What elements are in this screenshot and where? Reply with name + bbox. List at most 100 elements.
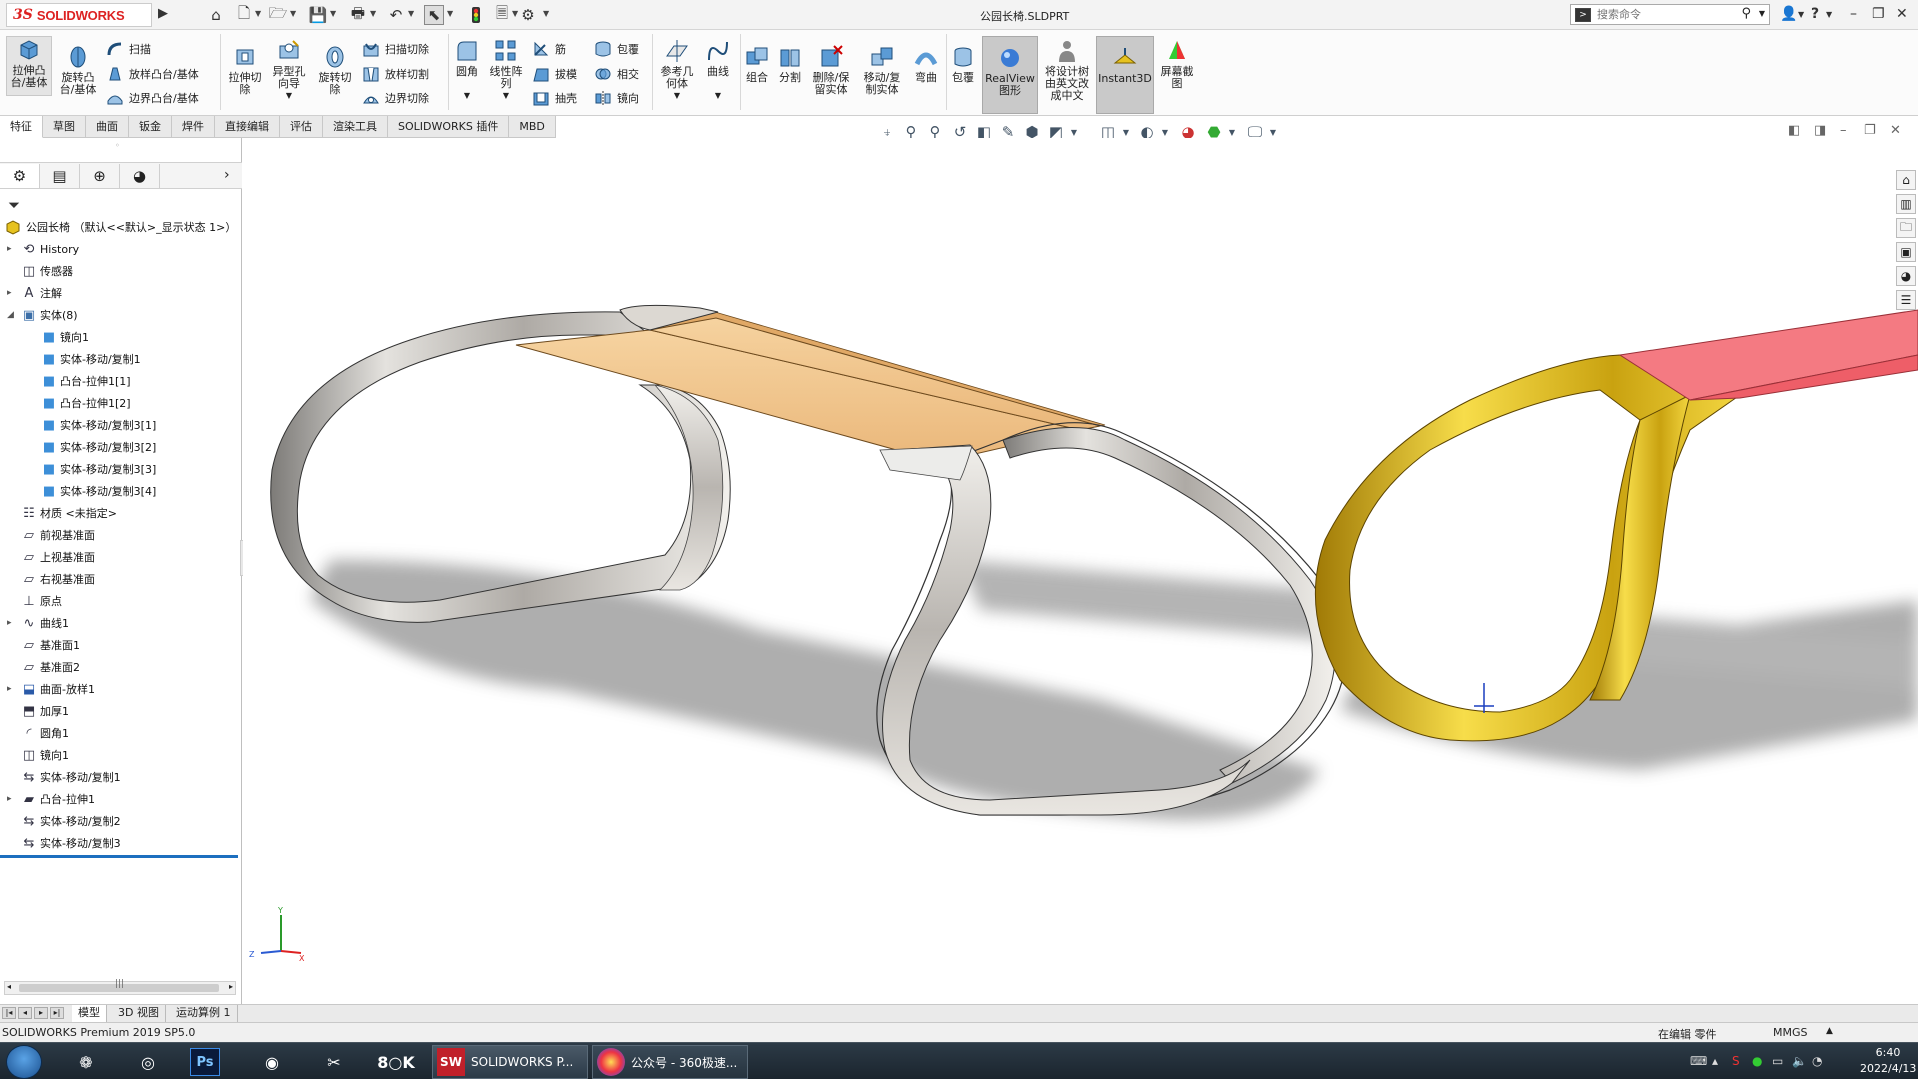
expand-arrow-icon[interactable]: ▸ (7, 244, 17, 254)
help-dropdown-icon[interactable]: ▼ (1826, 10, 1832, 19)
save-icon[interactable]: 💾 (308, 5, 328, 25)
ok-app-icon[interactable]: 8○K (376, 1046, 416, 1078)
scroll-right-icon[interactable]: ▸ (229, 982, 233, 991)
system-clock[interactable]: 6:40 2022/4/13 (1860, 1045, 1916, 1077)
viewport-tile-right-icon[interactable]: ◨ (1814, 123, 1826, 138)
property-manager-tab-icon[interactable]: ▤ (40, 164, 80, 188)
revolve-boss-button[interactable]: 旋转凸台/基体 (56, 44, 100, 96)
linear-pattern-dropdown-icon[interactable]: ▼ (503, 90, 509, 102)
draft-button[interactable]: 拔模 (532, 64, 577, 84)
shell-button[interactable]: 抽壳 (532, 88, 577, 108)
tab-sketch[interactable]: 草图 (43, 116, 86, 138)
tab-features[interactable]: 特征 (0, 116, 43, 138)
task-pane-custom-properties-icon[interactable]: ☰ (1896, 290, 1916, 310)
tree-item[interactable]: ■ 凸台-拉伸1[2] (0, 392, 242, 414)
prev-tab-icon[interactable]: ◂ (18, 1007, 32, 1019)
new-dropdown-icon[interactable]: ▼ (255, 9, 261, 18)
tree-item[interactable]: ▸ A 注解 (0, 282, 242, 304)
tree-item[interactable]: ⇆ 实体-移动/复制3 (0, 832, 242, 854)
viewport-restore-icon[interactable]: ❐ (1864, 123, 1876, 138)
open-dropdown-icon[interactable]: ▼ (290, 9, 296, 18)
scroll-left-icon[interactable]: ◂ (7, 982, 11, 991)
bench-model-render[interactable] (243, 138, 1918, 1004)
boundary-boss-button[interactable]: 边界凸台/基体 (106, 88, 199, 108)
curves-dropdown-icon[interactable]: ▼ (715, 90, 721, 102)
reference-geometry-button[interactable]: 参考几何体 ▼ (656, 38, 698, 102)
loft-boss-button[interactable]: 放样凸台/基体 (106, 64, 199, 84)
extrude-cut-button[interactable]: 拉伸切除 (224, 44, 266, 96)
panel-more-arrow-icon[interactable]: › (224, 167, 230, 183)
tree-item[interactable]: ⬒ 加厚1 (0, 700, 242, 722)
viewport-close-icon[interactable]: ✕ (1890, 123, 1901, 138)
search-commands-box[interactable]: > ⚲ ▼ (1570, 4, 1770, 25)
task-pane-design-library-icon[interactable]: ▥ (1896, 194, 1916, 214)
tab-evaluate[interactable]: 评估 (280, 116, 323, 138)
tree-item[interactable]: ◫ 镜向1 (0, 744, 242, 766)
configuration-manager-tab-icon[interactable]: ⊕ (80, 164, 120, 188)
tree-item[interactable]: ▸ ▰ 凸台-拉伸1 (0, 788, 242, 810)
search-input[interactable] (1597, 8, 1737, 21)
hole-wizard-button[interactable]: 异型孔向导 ▼ (268, 38, 310, 102)
move-copy-body-button[interactable]: 移动/复制实体 (858, 44, 906, 96)
viewport-tile-left-icon[interactable]: ◧ (1788, 123, 1800, 138)
tree-item[interactable]: ▱ 基准面2 (0, 656, 242, 678)
task-pane-home-icon[interactable]: ⌂ (1896, 170, 1916, 190)
wrap-large-button[interactable]: 包覆 (948, 44, 978, 84)
tree-item[interactable]: ■ 凸台-拉伸1[1] (0, 370, 242, 392)
solidworks-logo[interactable]: 3S SOLIDWORKS (6, 3, 152, 27)
print-icon[interactable]: 🖶 (348, 4, 368, 25)
fillet-dropdown-icon[interactable]: ▼ (464, 90, 470, 102)
view-triad-icon[interactable]: Y Z X (245, 905, 305, 961)
display-manager-tab-icon[interactable]: ◕ (120, 164, 160, 188)
first-tab-icon[interactable]: |◂ (2, 1007, 16, 1019)
tree-item[interactable]: ◜ 圆角1 (0, 722, 242, 744)
new-file-icon[interactable]: 🗋 (234, 4, 254, 25)
tab-surfaces[interactable]: 曲面 (86, 116, 129, 138)
tab-motion-study[interactable]: 运动算例 1 (170, 1005, 238, 1022)
task-pane-appearances-icon[interactable]: ◕ (1896, 266, 1916, 286)
units-selector[interactable]: MMGS (1773, 1026, 1808, 1039)
linear-pattern-button[interactable]: 线性阵列 ▼ (486, 38, 526, 102)
tab-model[interactable]: 模型 (72, 1005, 107, 1022)
expand-arrow-icon[interactable]: ▸ (7, 794, 17, 804)
tab-3d-views[interactable]: 3D 视图 (112, 1005, 166, 1022)
tree-item[interactable]: ■ 实体-移动/复制3[4] (0, 480, 242, 502)
file-properties-icon[interactable]: 🗏 (492, 4, 512, 25)
tree-item[interactable]: ⇆ 实体-移动/复制1 (0, 766, 242, 788)
realview-graphics-button[interactable]: RealView图形 (982, 36, 1038, 114)
tree-item[interactable]: ■ 实体-移动/复制1 (0, 348, 242, 370)
tree-rollback-bar[interactable] (0, 855, 238, 858)
tree-item[interactable]: ■ 镜向1 (0, 326, 242, 348)
taskbar-browser-360[interactable]: 公众号 - 360极速... (592, 1045, 748, 1079)
tab-sheet-metal[interactable]: 钣金 (129, 116, 172, 138)
close-icon[interactable]: ✕ (1896, 6, 1908, 22)
tree-item[interactable]: ▱ 右视基准面 (0, 568, 242, 590)
tree-item[interactable]: ▱ 基准面1 (0, 634, 242, 656)
home-icon[interactable]: ⌂ (206, 5, 226, 25)
expand-arrow-icon[interactable]: ▸ (7, 618, 17, 628)
search-dropdown-icon[interactable]: ▼ (1759, 9, 1765, 18)
tab-solidworks-addins[interactable]: SOLIDWORKS 插件 (388, 116, 510, 138)
photos-app-icon[interactable]: ❁ (66, 1046, 106, 1078)
collapse-arrow-icon[interactable]: ◢ (7, 310, 17, 320)
panel-grip-icon[interactable]: ◦ (115, 141, 120, 150)
snipping-app-icon[interactable]: ◉ (252, 1046, 292, 1078)
browser-app-icon[interactable]: ◎ (128, 1046, 168, 1078)
tree-item[interactable]: ▱ 上视基准面 (0, 546, 242, 568)
search-icon[interactable]: ⚲ (1741, 6, 1751, 21)
boundary-cut-button[interactable]: 边界切除 (362, 88, 429, 108)
expand-arrow-icon[interactable]: ▸ (7, 288, 17, 298)
tree-item[interactable]: ▸ ⟲ History (0, 238, 242, 260)
sogou-tray-icon[interactable]: S (1732, 1054, 1740, 1068)
units-dropdown-icon[interactable]: ▲ (1826, 1026, 1833, 1036)
taskbar-solidworks[interactable]: SW SOLIDWORKS P... (432, 1045, 588, 1079)
tree-root[interactable]: 公园长椅 （默认<<默认>_显示状态 1>） (0, 216, 242, 238)
battery-tray-icon[interactable]: ▭ (1772, 1054, 1783, 1068)
user-icon[interactable]: 👤 (1780, 6, 1797, 22)
tab-weldments[interactable]: 焊件 (172, 116, 215, 138)
task-pane-file-explorer-icon[interactable]: 🗀 (1896, 218, 1916, 238)
print-dropdown-icon[interactable]: ▼ (370, 9, 376, 18)
graphics-viewport[interactable] (243, 138, 1918, 1004)
save-dropdown-icon[interactable]: ▼ (330, 9, 336, 18)
tree-item[interactable]: ⇆ 实体-移动/复制2 (0, 810, 242, 832)
